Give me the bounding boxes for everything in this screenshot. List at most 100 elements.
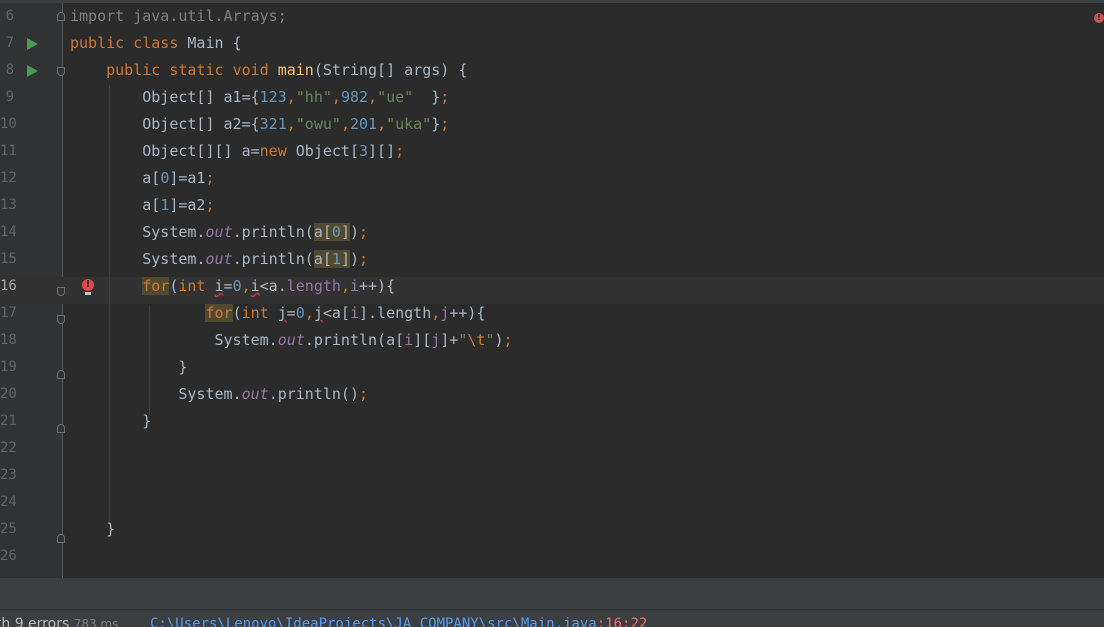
line-number: 25 [0, 521, 17, 537]
code-token: ; [440, 88, 450, 106]
code-token: 0 [160, 169, 170, 187]
code-token: .println(a[ [304, 331, 405, 349]
code-line[interactable]: public class Main { [70, 30, 242, 57]
code-token: Object[] a2={ [70, 115, 260, 133]
code-token: import java.util.Arrays; [70, 7, 287, 25]
cursor-position[interactable]: :16:22 [597, 616, 648, 627]
code-token: a[ [70, 196, 161, 214]
code-token: .println() [268, 385, 359, 403]
code-token: Object[ [295, 142, 359, 160]
code-token: (String[] args) { [313, 61, 468, 79]
code-token: .println( [232, 223, 314, 241]
code-token: { [386, 277, 396, 295]
code-token: a[ [313, 250, 332, 268]
code-token: , [286, 115, 296, 133]
code-token: 0 [331, 223, 341, 241]
code-line[interactable]: Object[] a2={321,"owu",201,"uka"}; [70, 111, 449, 138]
code-line[interactable]: a[0]=a1; [70, 165, 214, 192]
code-token: ) [349, 223, 359, 241]
code-token: ; [359, 385, 369, 403]
code-token: System. [70, 331, 278, 349]
code-line[interactable]: } [70, 408, 151, 435]
code-token: = [223, 277, 233, 295]
code-token: void [232, 61, 278, 79]
line-number: 22 [0, 440, 17, 456]
code-token: ++) [449, 304, 477, 322]
code-token: length [286, 277, 341, 295]
bottom-tool-window [0, 578, 1104, 610]
code-token: 3 [359, 142, 369, 160]
code-line[interactable]: for(int i=0,i<a.length,i++){ [70, 273, 395, 300]
code-token: ( [232, 304, 242, 322]
code-line[interactable]: a[1]=a2; [70, 192, 215, 219]
line-number: 7 [5, 35, 14, 51]
code-line[interactable]: System.out.println(a[1]); [70, 246, 368, 273]
code-line[interactable]: System.out.println(); [70, 381, 368, 408]
fold-icon[interactable] [57, 534, 65, 543]
code-token: j [431, 331, 441, 349]
file-path-link[interactable]: C:\Users\Lenovo\IdeaProjects\JA_COMPANY\… [150, 616, 647, 627]
code-line[interactable]: } [70, 354, 187, 381]
code-line[interactable]: } [70, 516, 115, 543]
code-line[interactable]: import java.util.Arrays; [70, 3, 287, 30]
code-token: ] [340, 250, 350, 268]
code-token: out [205, 250, 233, 268]
code-token: 0 [295, 304, 305, 322]
code-token: ) [494, 331, 504, 349]
code-token: System. [70, 223, 206, 241]
code-token: , [368, 88, 378, 106]
code-token: j [277, 304, 287, 322]
code-line[interactable]: for(int j=0,j<a[i].length,j++){ [70, 300, 485, 327]
fold-icon[interactable] [57, 12, 65, 21]
line-number: 6 [5, 8, 14, 24]
run-main-icon[interactable] [27, 65, 38, 77]
fold-icon[interactable] [57, 424, 65, 433]
code-token: j [440, 304, 450, 322]
code-editor[interactable]: ! 6 7 8 9 10 11 12 13 14 15 16 17 18 19 20 21 22 23 24 25 26… [0, 0, 1104, 578]
code-token: "hh" [295, 88, 332, 106]
code-token: ] [340, 223, 350, 241]
error-stripe-icon[interactable]: ! [1094, 13, 1104, 23]
code-token: } [70, 520, 116, 538]
code-line[interactable]: Object[] a1={123,"hh",982,"ue" }; [70, 84, 449, 111]
code-line[interactable]: System.out.println(a[i][j]+"\t"); [70, 327, 512, 354]
build-errors-text: ith 9 errors [0, 616, 74, 627]
code-token: i [404, 331, 414, 349]
code-token: <a[ [322, 304, 350, 322]
code-token: main [277, 61, 314, 79]
code-line[interactable]: System.out.println(a[0]); [70, 219, 368, 246]
build-time: 783 ms [73, 617, 119, 627]
build-status: ith 9 errors 783 ms [0, 616, 118, 627]
fold-icon[interactable] [57, 370, 65, 379]
line-number: 15 [0, 251, 17, 267]
line-number: 18 [0, 332, 17, 348]
code-token: i [349, 277, 359, 295]
code-token: int [241, 304, 278, 322]
code-token: ; [205, 196, 215, 214]
code-token: a[ [70, 169, 161, 187]
run-class-icon[interactable] [27, 38, 38, 50]
code-token: out [205, 223, 233, 241]
code-token: \t [467, 331, 486, 349]
line-number: 23 [0, 467, 17, 483]
line-number: 12 [0, 170, 17, 186]
code-token: 201 [349, 115, 378, 133]
code-token: i [349, 304, 359, 322]
code-token: out [241, 385, 269, 403]
line-number: 16 [0, 278, 17, 294]
code-token: ][ [413, 331, 432, 349]
line-number: 17 [0, 305, 17, 321]
code-line[interactable]: Object[][] a=new Object[3][]; [70, 138, 404, 165]
code-token: class [133, 34, 188, 52]
file-path[interactable]: C:\Users\Lenovo\IdeaProjects\JA_COMPANY\… [150, 616, 597, 627]
code-token: } [431, 115, 441, 133]
code-line[interactable]: public static void main(String[] args) { [70, 57, 467, 84]
fold-icon[interactable] [57, 287, 65, 296]
code-token: Object[][] a= [70, 142, 260, 160]
fold-icon[interactable] [57, 315, 65, 324]
fold-icon[interactable] [57, 67, 65, 76]
code-token: "uka" [386, 115, 432, 133]
code-token: 321 [259, 115, 287, 133]
code-token: .println( [232, 250, 314, 268]
